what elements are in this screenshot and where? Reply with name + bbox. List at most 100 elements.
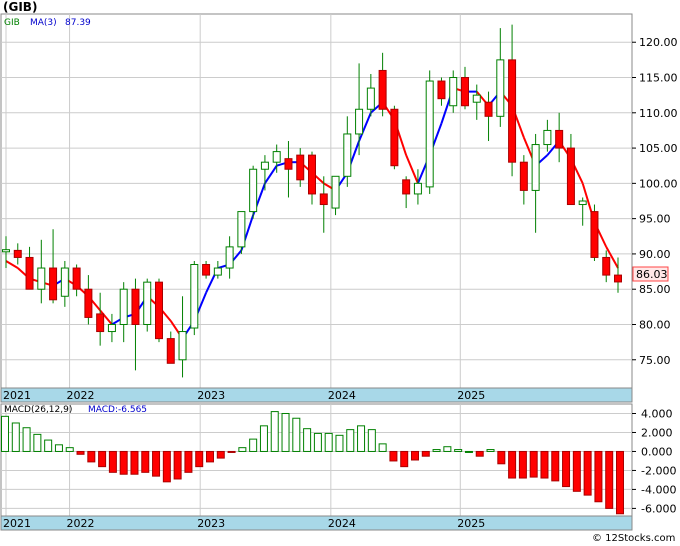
macd-bar: [119, 450, 128, 475]
candle: [249, 165, 258, 219]
candle-body: [202, 264, 211, 276]
candle: [590, 204, 599, 261]
macd-bar: [432, 449, 441, 452]
macd-bar: [367, 429, 376, 452]
macd-bar: [313, 432, 322, 452]
candle-body: [272, 151, 281, 163]
candle-body: [366, 87, 375, 110]
macd-legend-label: MACD(26,12,9): [4, 405, 72, 415]
macd-bar: [605, 450, 614, 509]
candle-body: [461, 77, 469, 107]
macd-bar: [98, 450, 107, 468]
macd-year-label: 2021: [3, 517, 31, 530]
price-tick-label: 80.00: [639, 318, 671, 331]
macd-bar: [184, 450, 193, 473]
price-tick-label: 110.00: [639, 107, 678, 120]
macd-bar: [486, 449, 495, 452]
macd-bar: [249, 438, 258, 452]
price-year-label: 2025: [457, 389, 485, 402]
macd-bar: [583, 450, 592, 496]
macd-bar: [508, 450, 517, 479]
macd-tick-label: -6.000: [641, 502, 676, 515]
price-tick-label: 115.00: [639, 72, 678, 85]
candle-body: [190, 264, 199, 329]
macd-bar: [130, 450, 139, 475]
price-year-label: 2024: [328, 389, 356, 402]
candle-body: [555, 129, 564, 149]
price-tick-label: 75.00: [639, 354, 671, 367]
candle-body: [143, 281, 152, 325]
candle-body: [343, 133, 352, 177]
macd-tick-label: -2.000: [641, 464, 676, 477]
macd-y-axis: 4.000 2.000 0.000 -2.000 -4.000 -6.000: [632, 407, 676, 515]
candle-body: [25, 256, 34, 290]
price-y-axis: 75.00 80.00 85.00 90.00 95.00 100.00 105.00 110…: [632, 36, 678, 367]
candle-body: [484, 101, 493, 117]
legend-ticker: GIB: [4, 18, 20, 28]
macd-bar: [518, 450, 527, 479]
candle-body: [96, 313, 105, 333]
macd-bar: [421, 450, 430, 457]
macd-bar: [303, 428, 312, 452]
macd-bar: [562, 450, 571, 488]
candle-body: [308, 154, 316, 195]
macd-bar: [389, 450, 398, 462]
candle: [390, 105, 399, 170]
candle-body: [566, 147, 575, 206]
candle-body: [437, 80, 446, 100]
candle-body: [49, 267, 58, 301]
price-year-label: 2023: [197, 389, 225, 402]
candle-body: [284, 158, 293, 170]
macd-bar: [281, 412, 290, 452]
macd-bar: [475, 450, 484, 457]
macd-bar: [357, 425, 366, 452]
macd-bar: [173, 450, 182, 480]
macd-bar: [292, 417, 301, 452]
macd-bar: [270, 411, 279, 452]
candle-body: [13, 249, 22, 258]
candle-body: [508, 59, 517, 163]
macd-year-label: 2024: [328, 517, 356, 530]
price-year-label: 2021: [3, 389, 31, 402]
candle-body: [296, 154, 305, 181]
price-tick-label: 105.00: [639, 142, 678, 155]
candle-body: [331, 175, 340, 209]
macd-bar: [11, 422, 20, 452]
macd-bar: [141, 450, 150, 473]
candle-body: [60, 267, 69, 297]
chart-title: (GIB): [3, 0, 37, 14]
candle-body: [131, 288, 140, 325]
candle-body: [449, 77, 458, 107]
macd-tick-label: 0.000: [641, 445, 673, 458]
price-tick-label: 100.00: [639, 177, 678, 190]
macd-bar: [65, 447, 74, 452]
macd-bar: [529, 450, 538, 478]
macd-bar: [594, 450, 603, 503]
macd-tick-label: 4.000: [641, 407, 673, 420]
last-price-label: 86.03: [636, 268, 668, 281]
macd-bar: [346, 429, 355, 452]
candle-body: [72, 267, 81, 290]
candle-body: [166, 338, 175, 364]
price-tick-label: 85.00: [639, 283, 671, 296]
legend-ma-label: MA(3): [30, 18, 57, 28]
price-year-label: 2022: [67, 389, 95, 402]
macd-bar: [378, 443, 387, 452]
candle-body: [2, 249, 10, 253]
candle: [425, 70, 434, 194]
macd-tick-label: 2.000: [641, 426, 673, 439]
site-credit: © 12Stocks.com: [592, 533, 675, 544]
macd-bar: [540, 450, 549, 479]
candle: [190, 260, 199, 336]
candle-body: [213, 267, 222, 276]
macd-bar: [22, 427, 31, 452]
candle-body: [37, 267, 46, 290]
candle-body: [378, 69, 387, 110]
candle-body: [425, 80, 434, 188]
macd-bar: [44, 439, 53, 452]
macd-year-label: 2022: [67, 517, 95, 530]
macd-legend-value: MACD:-6.565: [88, 405, 147, 415]
price-year-band: [0, 387, 633, 403]
price-tick-label: 120.00: [639, 36, 678, 49]
macd-bar: [497, 450, 506, 465]
